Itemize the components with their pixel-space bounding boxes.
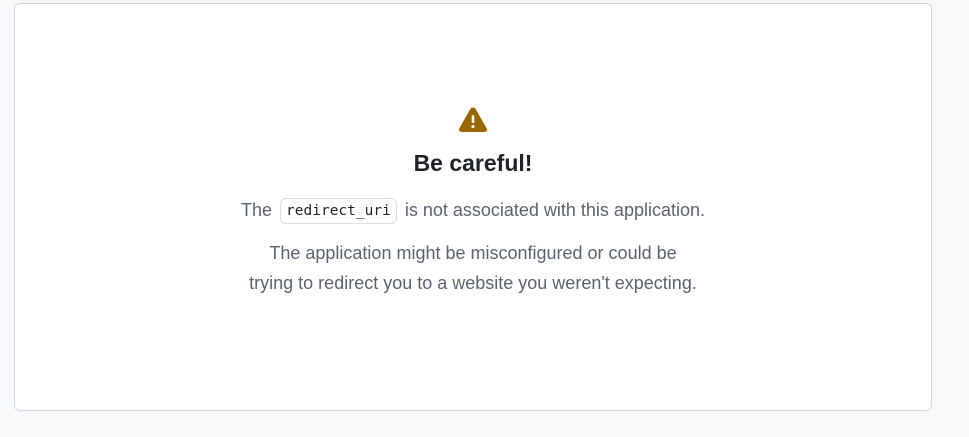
message-prefix: The — [241, 200, 273, 220]
misconfiguration-warning: The application might be misconfigured o… — [213, 238, 733, 298]
warning-line-2: trying to redirect you to a website you … — [249, 273, 697, 293]
warning-line-1: The application might be misconfigured o… — [269, 243, 677, 263]
warning-content: Be careful! The redirect_uri is not asso… — [15, 106, 931, 298]
warning-card: Be careful! The redirect_uri is not asso… — [14, 3, 932, 411]
redirect-uri-message: The redirect_uri is not associated with … — [15, 197, 931, 224]
message-suffix: is not associated with this application. — [404, 200, 705, 220]
alert-triangle-icon — [458, 107, 488, 132]
redirect-uri-code: redirect_uri — [280, 198, 397, 224]
page-title: Be careful! — [413, 150, 533, 176]
